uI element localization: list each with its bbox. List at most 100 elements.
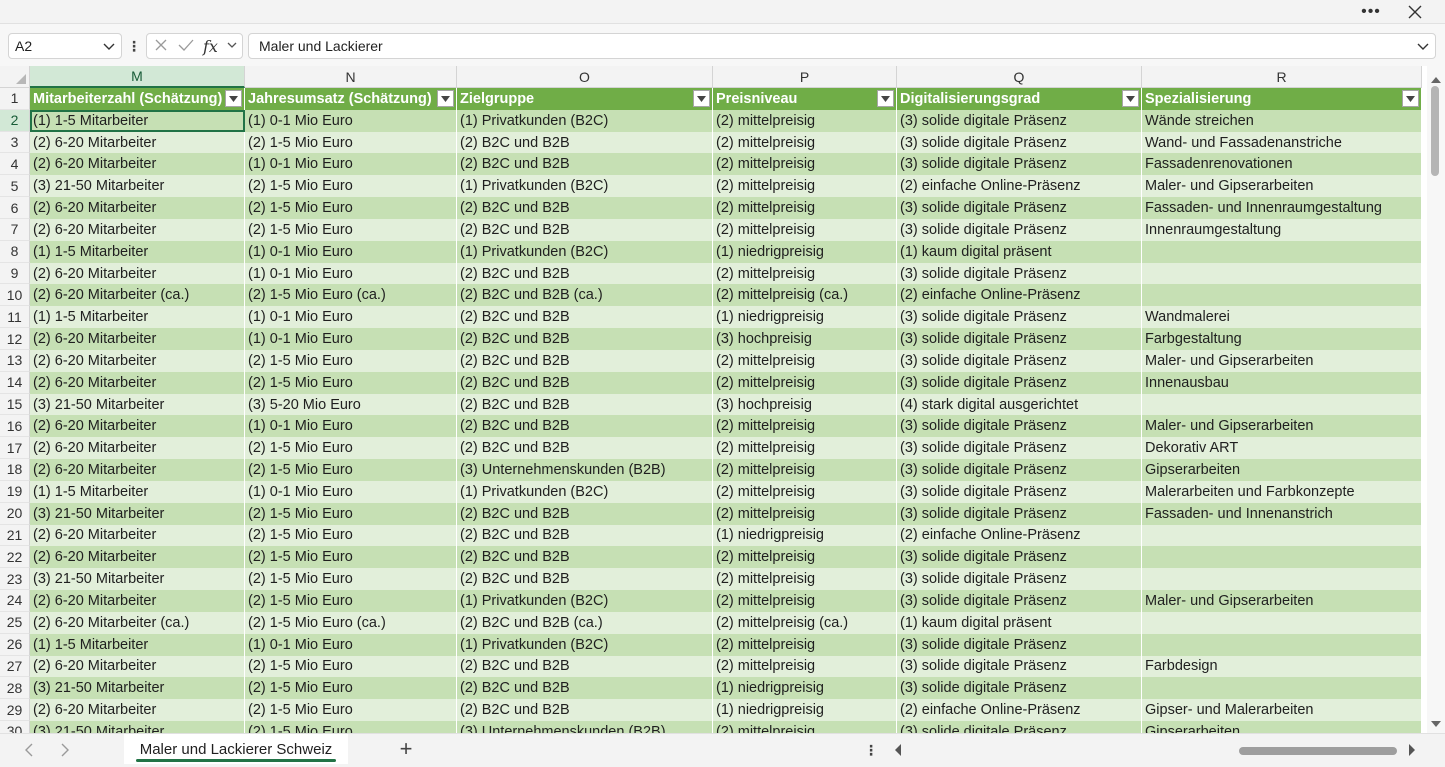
cell-o[interactable]: (2) B2C und B2B: [457, 568, 713, 591]
cell-q[interactable]: (3) solide digitale Präsenz: [897, 262, 1142, 285]
cell-n[interactable]: (2) 1-5 Mio Euro: [245, 524, 457, 547]
row-number[interactable]: 20: [0, 502, 30, 525]
row-number[interactable]: 3: [0, 131, 30, 154]
cell-o[interactable]: (1) Privatkunden (B2C): [457, 590, 713, 612]
cell-p[interactable]: (2) mittelpreisig: [713, 349, 897, 372]
cell-o[interactable]: (2) B2C und B2B: [457, 677, 713, 700]
row-number[interactable]: 10: [0, 284, 30, 307]
cell-o[interactable]: (1) Privatkunden (B2C): [457, 480, 713, 503]
cell-n[interactable]: (2) 1-5 Mio Euro: [245, 502, 457, 525]
cell-m[interactable]: (2) 6-20 Mitarbeiter: [30, 415, 245, 438]
cell-p[interactable]: (2) mittelpreisig: [713, 546, 897, 569]
row-number[interactable]: 7: [0, 218, 30, 241]
cell-q[interactable]: (2) einfache Online-Präsenz: [897, 284, 1142, 307]
cell-p[interactable]: (2) mittelpreisig: [713, 153, 897, 176]
cell-o[interactable]: (2) B2C und B2B: [457, 371, 713, 394]
row-number[interactable]: 5: [0, 175, 30, 198]
cell-p[interactable]: (2) mittelpreisig: [713, 262, 897, 285]
row-number[interactable]: 13: [0, 349, 30, 372]
cell-q[interactable]: (3) solide digitale Präsenz: [897, 197, 1142, 219]
cell-p[interactable]: (1) niedrigpreisig: [713, 240, 897, 263]
cell-n[interactable]: (2) 1-5 Mio Euro: [245, 677, 457, 700]
cell-o[interactable]: (2) B2C und B2B: [457, 546, 713, 569]
cell-o[interactable]: (2) B2C und B2B: [457, 197, 713, 219]
cell-r[interactable]: Gipserarbeiten: [1142, 721, 1422, 733]
cell-p[interactable]: (2) mittelpreisig: [713, 175, 897, 198]
cell-r[interactable]: Wände streichen: [1142, 109, 1422, 132]
cell-p[interactable]: (3) hochpreisig: [713, 328, 897, 350]
column-header-r[interactable]: R: [1142, 66, 1422, 88]
cell-o[interactable]: (2) B2C und B2B: [457, 524, 713, 547]
cell-q[interactable]: (3) solide digitale Präsenz: [897, 218, 1142, 241]
vertical-scrollbar[interactable]: [1427, 66, 1445, 733]
scroll-left-icon[interactable]: [893, 743, 903, 760]
horizontal-scrollbar[interactable]: [893, 742, 1423, 758]
row-number[interactable]: 1: [0, 88, 30, 110]
row-number[interactable]: 8: [0, 240, 30, 263]
cell-m[interactable]: (2) 6-20 Mitarbeiter: [30, 437, 245, 460]
name-box[interactable]: A2: [8, 33, 122, 59]
cell-n[interactable]: (2) 1-5 Mio Euro: [245, 699, 457, 722]
filter-dropdown-icon[interactable]: [437, 90, 454, 107]
cell-q[interactable]: (3) solide digitale Präsenz: [897, 677, 1142, 700]
header-cell-o[interactable]: Zielgruppe: [457, 88, 713, 110]
cell-o[interactable]: (2) B2C und B2B (ca.): [457, 284, 713, 307]
cell-q[interactable]: (3) solide digitale Präsenz: [897, 590, 1142, 612]
cell-p[interactable]: (2) mittelpreisig: [713, 721, 897, 733]
cell-m[interactable]: (2) 6-20 Mitarbeiter: [30, 699, 245, 722]
select-all-corner[interactable]: [0, 66, 30, 88]
cell-q[interactable]: (3) solide digitale Präsenz: [897, 371, 1142, 394]
cell-n[interactable]: (2) 1-5 Mio Euro: [245, 349, 457, 372]
cell-p[interactable]: (2) mittelpreisig: [713, 131, 897, 154]
row-number[interactable]: 27: [0, 655, 30, 678]
cell-q[interactable]: (3) solide digitale Präsenz: [897, 546, 1142, 569]
cell-m[interactable]: (2) 6-20 Mitarbeiter (ca.): [30, 284, 245, 307]
cell-q[interactable]: (3) solide digitale Präsenz: [897, 633, 1142, 656]
cell-p[interactable]: (2) mittelpreisig: [713, 502, 897, 525]
cell-m[interactable]: (2) 6-20 Mitarbeiter: [30, 131, 245, 154]
cell-m[interactable]: (1) 1-5 Mitarbeiter: [30, 306, 245, 329]
cell-p[interactable]: (1) niedrigpreisig: [713, 306, 897, 329]
row-number[interactable]: 29: [0, 699, 30, 722]
cell-o[interactable]: (2) B2C und B2B: [457, 153, 713, 176]
row-number[interactable]: 26: [0, 633, 30, 656]
cell-p[interactable]: (2) mittelpreisig: [713, 655, 897, 678]
cell-r[interactable]: [1142, 393, 1422, 416]
cell-q[interactable]: (3) solide digitale Präsenz: [897, 109, 1142, 132]
cell-o[interactable]: (3) Unternehmenskunden (B2B): [457, 459, 713, 481]
cell-n[interactable]: (2) 1-5 Mio Euro: [245, 655, 457, 678]
vertical-dots-icon[interactable]: ⋮: [127, 33, 141, 59]
close-icon[interactable]: [1403, 0, 1427, 23]
cell-n[interactable]: (3) 5-20 Mio Euro: [245, 393, 457, 416]
row-number[interactable]: 16: [0, 415, 30, 438]
cell-r[interactable]: [1142, 240, 1422, 263]
row-number[interactable]: 21: [0, 524, 30, 547]
cell-q[interactable]: (2) einfache Online-Präsenz: [897, 175, 1142, 198]
column-header-q[interactable]: Q: [897, 66, 1142, 88]
more-options-icon[interactable]: •••: [1359, 0, 1383, 23]
row-number[interactable]: 12: [0, 328, 30, 350]
header-cell-p[interactable]: Preisniveau: [713, 88, 897, 110]
header-cell-n[interactable]: Jahresumsatz (Schätzung): [245, 88, 457, 110]
row-number[interactable]: 23: [0, 568, 30, 591]
cell-o[interactable]: (1) Privatkunden (B2C): [457, 109, 713, 132]
cell-m[interactable]: (2) 6-20 Mitarbeiter (ca.): [30, 611, 245, 634]
filter-dropdown-icon[interactable]: [1122, 90, 1139, 107]
cell-o[interactable]: (2) B2C und B2B (ca.): [457, 611, 713, 634]
row-number[interactable]: 14: [0, 371, 30, 394]
column-header-m[interactable]: M: [30, 66, 245, 88]
cell-q[interactable]: (3) solide digitale Präsenz: [897, 349, 1142, 372]
cell-p[interactable]: (1) niedrigpreisig: [713, 699, 897, 722]
check-icon[interactable]: [177, 37, 195, 56]
row-number[interactable]: 17: [0, 437, 30, 460]
cell-r[interactable]: Maler- und Gipserarbeiten: [1142, 175, 1422, 198]
filter-dropdown-icon[interactable]: [877, 90, 894, 107]
cell-m[interactable]: (1) 1-5 Mitarbeiter: [30, 109, 245, 132]
cell-r[interactable]: Wand- und Fassadenanstriche: [1142, 131, 1422, 154]
cell-r[interactable]: Innenraumgestaltung: [1142, 218, 1422, 241]
header-cell-q[interactable]: Digitalisierungsgrad: [897, 88, 1142, 110]
cell-n[interactable]: (2) 1-5 Mio Euro (ca.): [245, 611, 457, 634]
filter-dropdown-icon[interactable]: [693, 90, 710, 107]
cell-m[interactable]: (1) 1-5 Mitarbeiter: [30, 633, 245, 656]
cell-r[interactable]: [1142, 568, 1422, 591]
